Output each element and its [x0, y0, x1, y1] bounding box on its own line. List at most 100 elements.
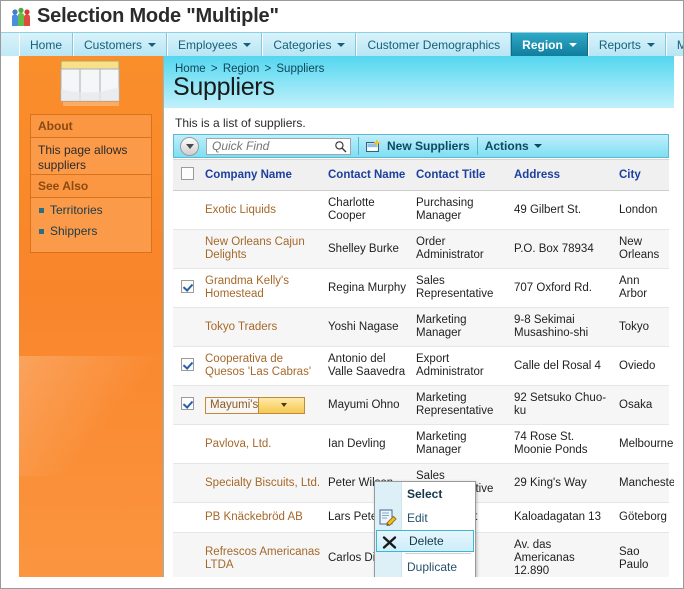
cell-contact-name: Charlotte Cooper: [328, 190, 416, 230]
table-row[interactable]: Exotic Liquids Charlotte Cooper Purchasing…: [173, 190, 669, 230]
row-select-cell[interactable]: [173, 190, 203, 230]
table-row[interactable]: Mayumi's Mayumi Ohno Marketing Representat…: [173, 385, 669, 425]
cell-city: Göteborg: [619, 502, 669, 533]
actions-label: Actions: [484, 139, 529, 153]
row-select-cell[interactable]: [173, 346, 203, 386]
cell-company-name[interactable]: New Orleans Cajun Delights: [203, 229, 328, 269]
context-menu-item-duplicate[interactable]: Duplicate: [375, 555, 475, 577]
nav-tab-label: Home: [30, 37, 63, 52]
cell-company-name[interactable]: Refrescos Americanas LTDA: [203, 532, 328, 577]
cell-city: Tokyo: [619, 307, 669, 347]
window-footer: [1, 581, 683, 588]
select-all-header[interactable]: [173, 159, 203, 191]
chevron-down-icon: [243, 43, 252, 47]
select-all-checkbox[interactable]: [181, 167, 194, 180]
main-panel: Home > Region > Suppliers Suppliers This…: [164, 56, 674, 577]
toolbar-divider: [358, 137, 359, 155]
table-row[interactable]: Pavlova, Ltd. Ian Devling Marketing Manage…: [173, 424, 673, 464]
cell-company-name[interactable]: Pavlova, Ltd.: [203, 424, 328, 464]
new-suppliers-button[interactable]: New Suppliers: [366, 139, 470, 153]
column-header-contact-name[interactable]: Contact Name: [328, 159, 416, 191]
nav-tab-employees[interactable]: Employees: [167, 33, 263, 57]
table-row[interactable]: Tokyo Traders Yoshi Nagase Marketing Manag…: [173, 307, 669, 347]
column-header-city[interactable]: City: [619, 159, 669, 191]
actions-button[interactable]: Actions: [485, 139, 542, 153]
company-name-dropdown[interactable]: Mayumi's: [205, 396, 305, 414]
row-select-cell[interactable]: [173, 463, 203, 503]
cell-company-name[interactable]: Mayumi's: [203, 385, 328, 425]
nav-tab-categories[interactable]: Categories: [262, 33, 357, 57]
cell-contact-title: Marketing Representative: [416, 385, 514, 425]
chevron-down-icon: [337, 43, 346, 47]
grid-toolbar: New Suppliers Actions: [173, 134, 669, 158]
dropdown-toggle[interactable]: [258, 397, 304, 413]
sidebar-sheen: [19, 356, 163, 476]
context-menu-item-delete[interactable]: Delete: [376, 530, 474, 552]
quick-find-box[interactable]: [206, 137, 351, 155]
see-also-list: Territories Shippers: [31, 198, 151, 252]
cell-contact-title: Export Administrator: [416, 346, 514, 386]
row-select-cell[interactable]: [173, 424, 203, 464]
nav-tabs: Home Customers Employees Categories Cust…: [19, 33, 683, 57]
nav-tab-customers[interactable]: Customers: [73, 33, 168, 57]
cell-address: 29 King's Way: [514, 463, 619, 503]
table-header-row: Company Name Contact Name Contact Title …: [173, 159, 669, 191]
nav-tab-customer-demographics[interactable]: Customer Demographics: [356, 33, 512, 57]
row-checkbox[interactable]: [181, 279, 194, 293]
see-also-item-territories[interactable]: Territories: [38, 203, 144, 218]
context-menu-label: Select: [407, 487, 443, 501]
cell-address: 92 Setsuko Chuo-ku: [514, 385, 619, 425]
cell-company-name[interactable]: Tokyo Traders: [203, 307, 328, 347]
nav-tab-label: Region: [522, 37, 563, 52]
nav-tab-label: Customer Demographics: [367, 37, 501, 52]
see-also-item-shippers[interactable]: Shippers: [38, 224, 144, 239]
page-title: Suppliers: [173, 73, 275, 101]
cell-city: New Orleans: [619, 229, 669, 269]
breadcrumb-item-suppliers[interactable]: Suppliers: [276, 63, 324, 75]
nav-tab-reports[interactable]: Reports: [587, 33, 666, 57]
column-header-address[interactable]: Address: [514, 159, 619, 191]
cell-company-name[interactable]: Grandma Kelly's Homestead: [203, 268, 328, 308]
column-header-company-name[interactable]: Company Name: [203, 159, 328, 191]
cell-city: Oviedo: [619, 346, 669, 386]
nav-tab-region[interactable]: Region: [511, 33, 588, 57]
edit-icon: [379, 509, 397, 526]
row-select-cell[interactable]: [173, 307, 203, 347]
application-window: Selection Mode "Multiple" Home Customers…: [0, 0, 684, 589]
cell-contact-name: Antonio del Valle Saavedra: [328, 346, 416, 386]
cell-contact-title: Marketing Manager: [416, 307, 514, 347]
cell-city: Ann Arbor: [619, 268, 669, 308]
cell-address: 9-8 Sekimai Musashino-shi: [514, 307, 619, 347]
context-menu-item-select[interactable]: Select: [375, 482, 475, 506]
row-select-cell[interactable]: [173, 385, 203, 425]
cell-address: 74 Rose St. Moonie Ponds: [514, 424, 619, 464]
nav-tab-label: Reports: [598, 37, 641, 52]
nav-tab-home[interactable]: Home: [19, 33, 74, 57]
search-icon[interactable]: [334, 140, 347, 153]
cell-company-name[interactable]: Specialty Biscuits, Ltd.: [203, 463, 328, 503]
search-input[interactable]: [210, 138, 334, 154]
context-menu-item-edit[interactable]: Edit: [375, 506, 475, 530]
table-row[interactable]: New Orleans Cajun Delights Shelley Burke O…: [173, 229, 669, 269]
nav-tab-label: Employees: [178, 37, 238, 52]
table-row[interactable]: Cooperativa de Quesos 'Las Cabras' Antoni…: [173, 346, 669, 386]
cell-city: Osaka: [619, 385, 669, 425]
cell-company-name[interactable]: Cooperativa de Quesos 'Las Cabras': [203, 346, 328, 386]
row-select-cell[interactable]: [173, 502, 203, 533]
row-checkbox[interactable]: [181, 396, 194, 410]
column-header-contact-title[interactable]: Contact Title: [416, 159, 514, 191]
table-row[interactable]: Grandma Kelly's Homestead Regina Murphy Sa…: [173, 268, 669, 308]
row-select-cell[interactable]: [173, 532, 203, 577]
new-record-icon: [366, 139, 381, 152]
chevron-down-icon: [185, 143, 194, 149]
nav-tab-membership[interactable]: Membership: [665, 33, 683, 57]
chevron-down-icon: [280, 403, 287, 407]
cell-company-name[interactable]: PB Knäckebröd AB: [203, 502, 328, 533]
quick-find-options-button[interactable]: [180, 136, 199, 156]
row-checkbox[interactable]: [181, 357, 194, 371]
row-select-cell[interactable]: [173, 229, 203, 269]
chevron-down-icon: [646, 43, 655, 47]
cell-company-name[interactable]: Exotic Liquids: [203, 190, 328, 230]
row-select-cell[interactable]: [173, 268, 203, 308]
row-context-menu: Select Edit Delete Duplicate: [374, 481, 476, 577]
